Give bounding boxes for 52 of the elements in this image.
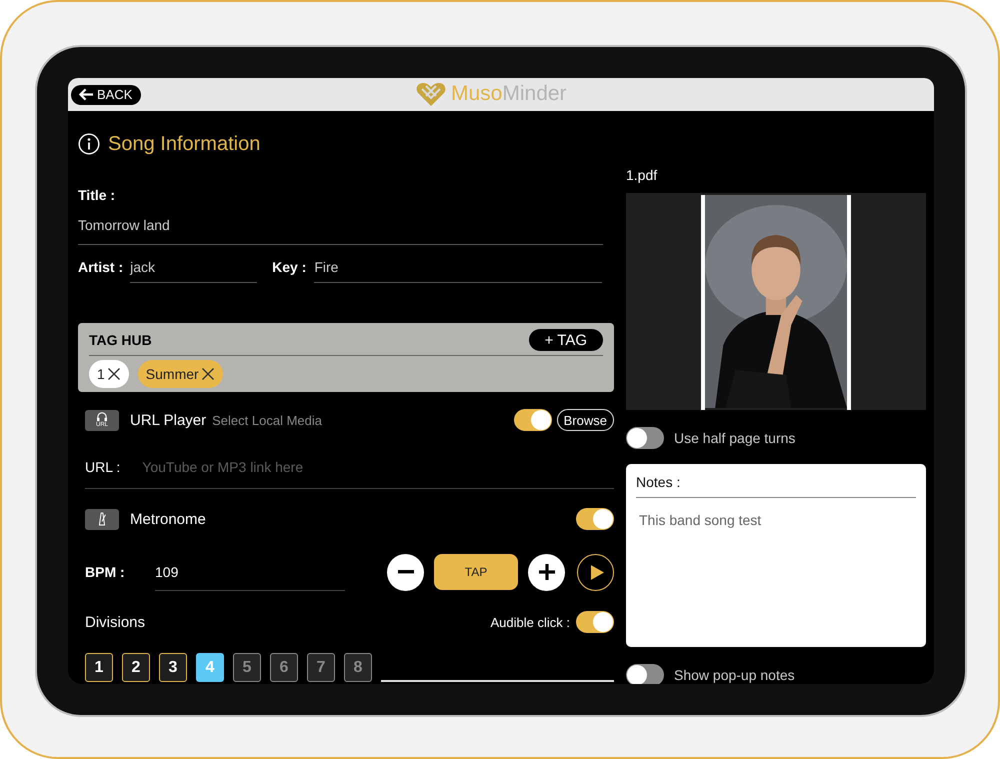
field-label: URL :	[85, 458, 120, 474]
section-heading: Song Information	[108, 132, 260, 156]
pdf-preview[interactable]	[626, 193, 926, 410]
back-button[interactable]: BACK	[71, 84, 142, 104]
half-page-label: Use half page turns	[674, 430, 796, 446]
metronome-label: Metronome	[130, 510, 206, 528]
field-label: BPM :	[85, 564, 126, 580]
tag-chip[interactable]: 1	[89, 360, 129, 388]
bpm-field[interactable]: 109	[155, 553, 345, 591]
artist-field[interactable]: jack	[130, 251, 258, 283]
field-label: Artist :	[78, 259, 124, 275]
title-field[interactable]: Tomorrow land	[78, 205, 603, 245]
notes-label: Notes :	[636, 474, 916, 498]
tag-label: Summer	[146, 366, 199, 382]
decrease-button[interactable]	[387, 554, 424, 590]
increase-button[interactable]	[528, 554, 565, 590]
play-button[interactable]	[577, 554, 614, 590]
audible-click-label: Audible click :	[490, 614, 570, 630]
plus-icon	[538, 564, 554, 580]
select-local-media-link[interactable]: Select Local Media	[212, 412, 322, 428]
browse-button[interactable]: Browse	[556, 409, 614, 431]
popup-notes-label: Show pop-up notes	[674, 666, 795, 682]
url-input-field[interactable]: YouTube or MP3 link here	[140, 458, 440, 476]
division-button[interactable]: 2	[122, 653, 150, 682]
minus-icon	[398, 570, 414, 574]
remove-icon[interactable]	[200, 367, 215, 381]
back-arrow-icon	[79, 88, 94, 101]
divisions-label: Divisions	[85, 614, 146, 630]
key-field[interactable]: Fire	[314, 251, 602, 283]
url-player-toggle[interactable]	[514, 409, 552, 431]
popup-notes-toggle[interactable]	[626, 664, 664, 684]
tap-button[interactable]: TAP	[434, 554, 518, 590]
heart-logo-icon	[416, 81, 446, 107]
half-page-toggle[interactable]	[626, 426, 664, 448]
tag-label: 1	[97, 366, 105, 382]
tag-chip[interactable]: Summer	[138, 360, 223, 388]
remove-icon[interactable]	[106, 367, 121, 381]
metronome-toggle[interactable]	[576, 508, 614, 530]
field-label: Key :	[272, 259, 306, 275]
tag-hub-title: TAG HUB	[89, 332, 152, 348]
division-button[interactable]: 1	[85, 653, 113, 682]
field-label: Title :	[78, 187, 116, 205]
metronome-icon	[85, 508, 119, 530]
info-icon	[78, 133, 100, 155]
add-tag-button[interactable]: + TAG	[528, 329, 603, 351]
notes-field[interactable]: This band song test	[636, 512, 916, 528]
headphones-icon	[96, 412, 108, 422]
file-name: 1.pdf	[626, 167, 658, 183]
audible-click-toggle[interactable]	[576, 611, 614, 633]
division-button[interactable]: 3	[159, 653, 187, 682]
url-player-label: URL Player	[130, 412, 206, 428]
play-icon	[590, 564, 604, 580]
